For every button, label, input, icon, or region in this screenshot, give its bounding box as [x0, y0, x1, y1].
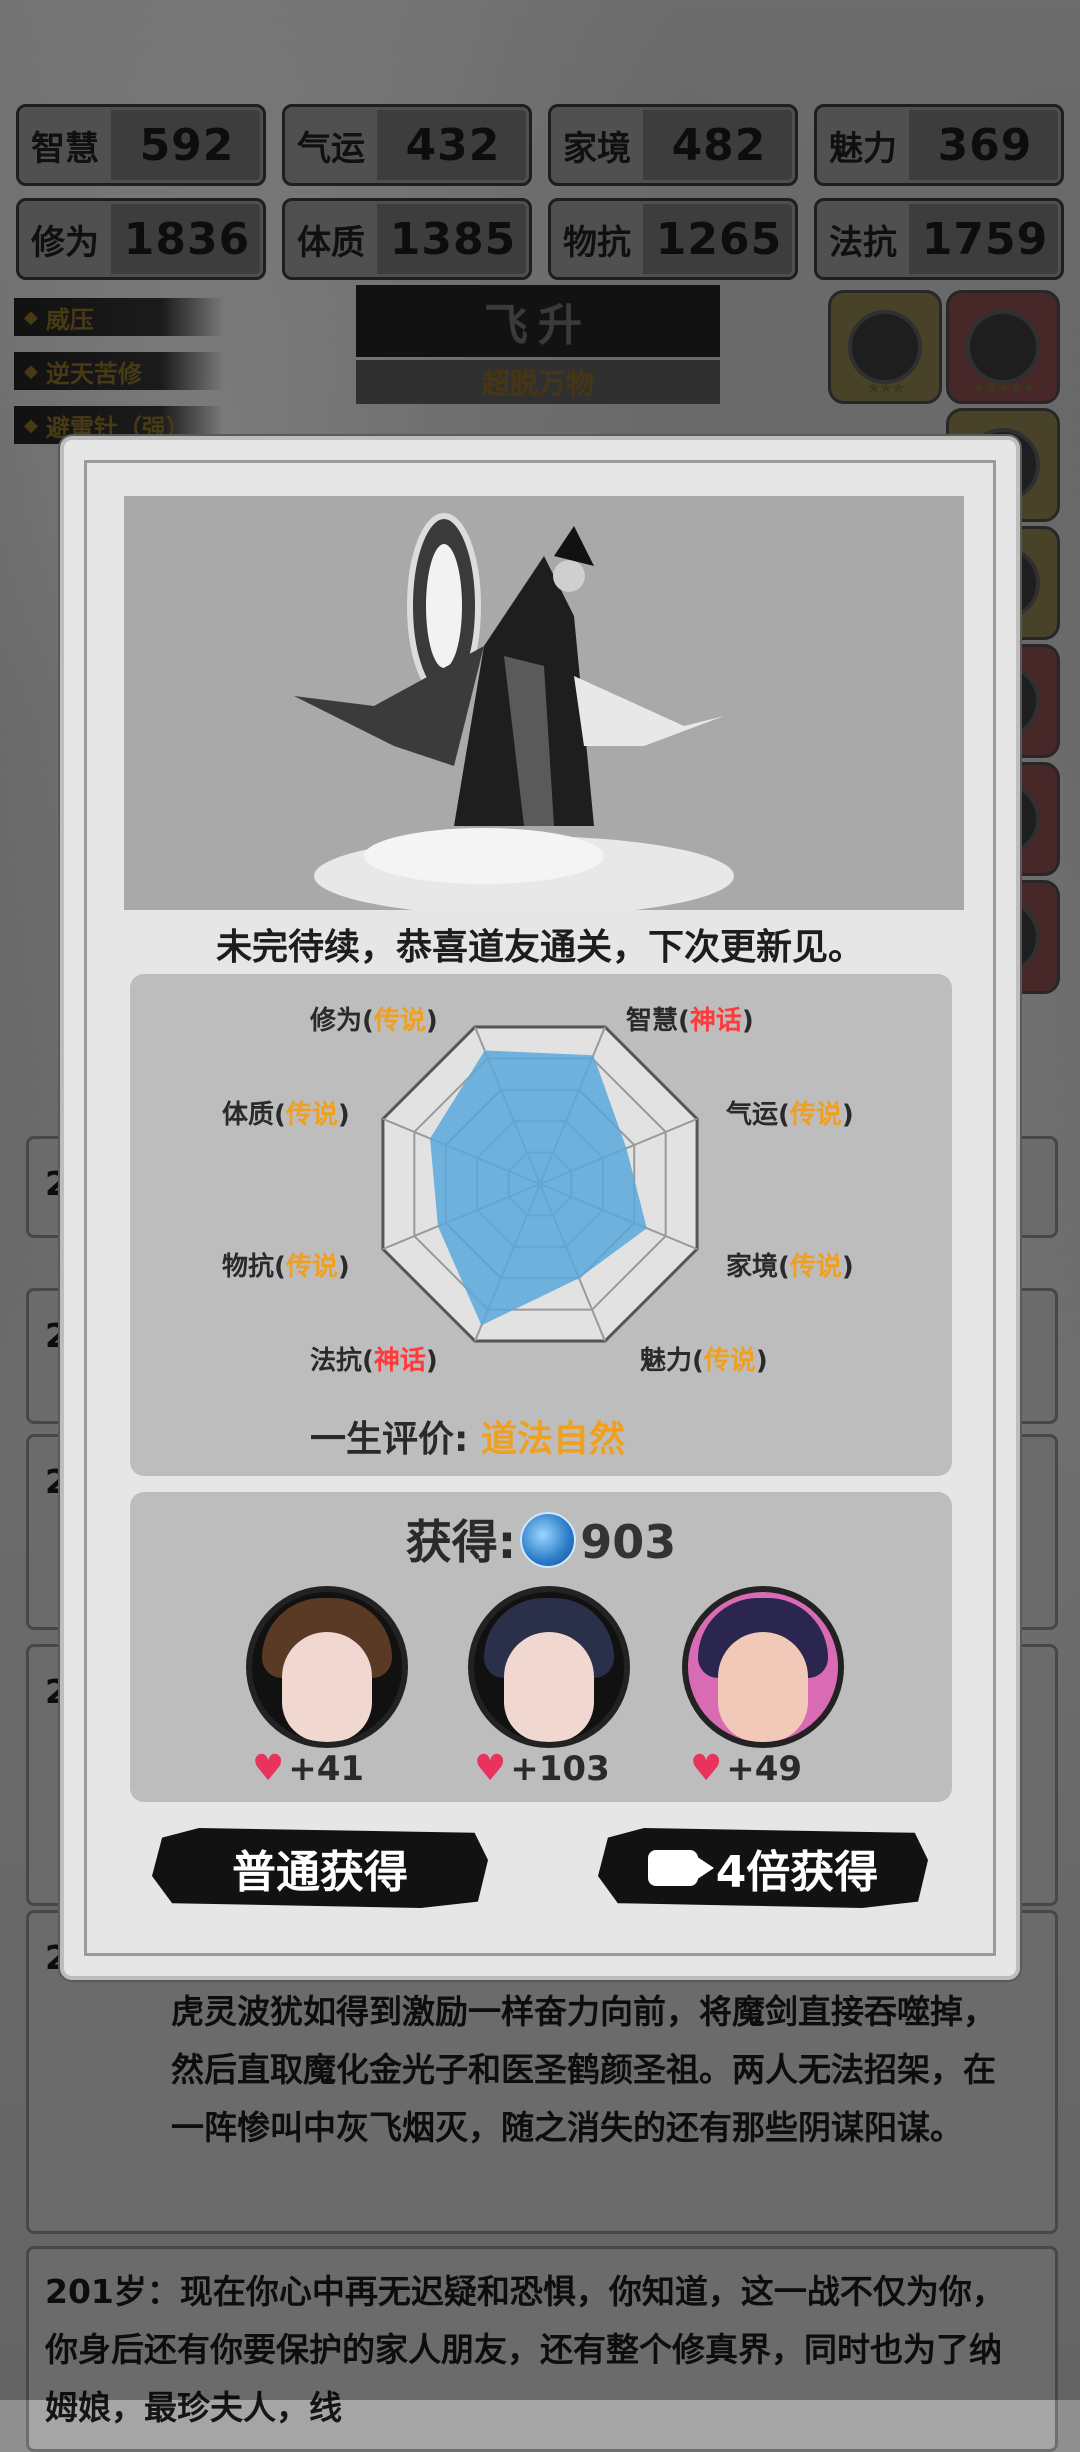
radar-label-cultivation: 修为(传说)	[310, 1006, 438, 1036]
attribute-radar-panel: 修为(传说) 智慧(神话) 气运(传说) 家境(传说) 魅力(传说) 法抗(神话…	[130, 974, 952, 1476]
verdict-value: 道法自然	[480, 1419, 625, 1460]
radar-label-physique: 体质(传说)	[222, 1100, 350, 1130]
companion-portrait	[468, 1586, 630, 1748]
reward-summary: 获得: 903	[130, 1506, 952, 1572]
life-verdict: 一生评价: 道法自然	[310, 1410, 625, 1462]
ascension-illustration	[124, 496, 964, 910]
radar-label-luck: 气运(传说)	[726, 1100, 854, 1130]
video-4x-claim-button[interactable]: 4倍获得	[598, 1828, 928, 1908]
ending-modal: 未完待续，恭喜道友通关，下次更新见。 修为(传说) 智慧(神话) 气运(传说) …	[60, 436, 1020, 1980]
radar-label-magic-resist: 法抗(神话)	[310, 1346, 438, 1376]
spirit-flame-icon	[520, 1512, 577, 1568]
radar-label-charm: 魅力(传说)	[640, 1346, 768, 1376]
affection-gain: ♥ +49	[690, 1748, 803, 1789]
reward-amount: 903	[580, 1515, 677, 1569]
normal-claim-button[interactable]: 普通获得	[152, 1828, 488, 1908]
verdict-label: 一生评价:	[310, 1419, 469, 1460]
radar-label-family: 家境(传说)	[726, 1252, 854, 1282]
heart-icon: ♥	[252, 1748, 285, 1789]
video-camera-icon	[647, 1850, 714, 1886]
heart-icon: ♥	[474, 1748, 507, 1789]
radar-label-phys-resist: 物抗(传说)	[222, 1252, 350, 1282]
immortal-figure-image	[124, 496, 964, 910]
companion-portrait	[246, 1586, 408, 1748]
affection-gain: ♥ +103	[474, 1748, 610, 1789]
affection-gain: ♥ +41	[252, 1748, 365, 1789]
completion-message: 未完待续，恭喜道友通关，下次更新见。	[215, 927, 864, 968]
attribute-radar-chart	[381, 1025, 699, 1343]
radar-label-wisdom: 智慧(神话)	[626, 1006, 754, 1036]
reward-panel: 获得: 903 ♥ +41 ♥ +103 ♥ +49	[130, 1492, 952, 1802]
heart-icon: ♥	[690, 1748, 723, 1789]
companion-portrait	[682, 1586, 844, 1748]
reward-label: 获得:	[405, 1515, 517, 1569]
